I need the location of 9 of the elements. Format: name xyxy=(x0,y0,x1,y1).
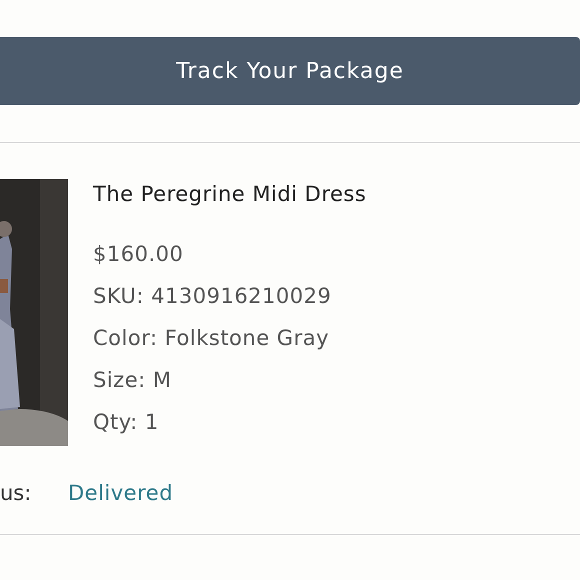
product-detail: Size: M xyxy=(93,366,172,394)
product-detail: Color: Folkstone Gray xyxy=(93,324,330,352)
product-name: The Peregrine Midi Dress xyxy=(93,181,366,208)
header-bar: Track Your Package xyxy=(0,37,580,105)
status-label: us: xyxy=(0,480,32,507)
product-detail: Qty: 1 xyxy=(93,408,160,436)
product-detail: SKU: 4130916210029 xyxy=(93,282,332,310)
status-value: Delivered xyxy=(68,480,174,507)
product-price: $160.00 xyxy=(93,240,184,268)
